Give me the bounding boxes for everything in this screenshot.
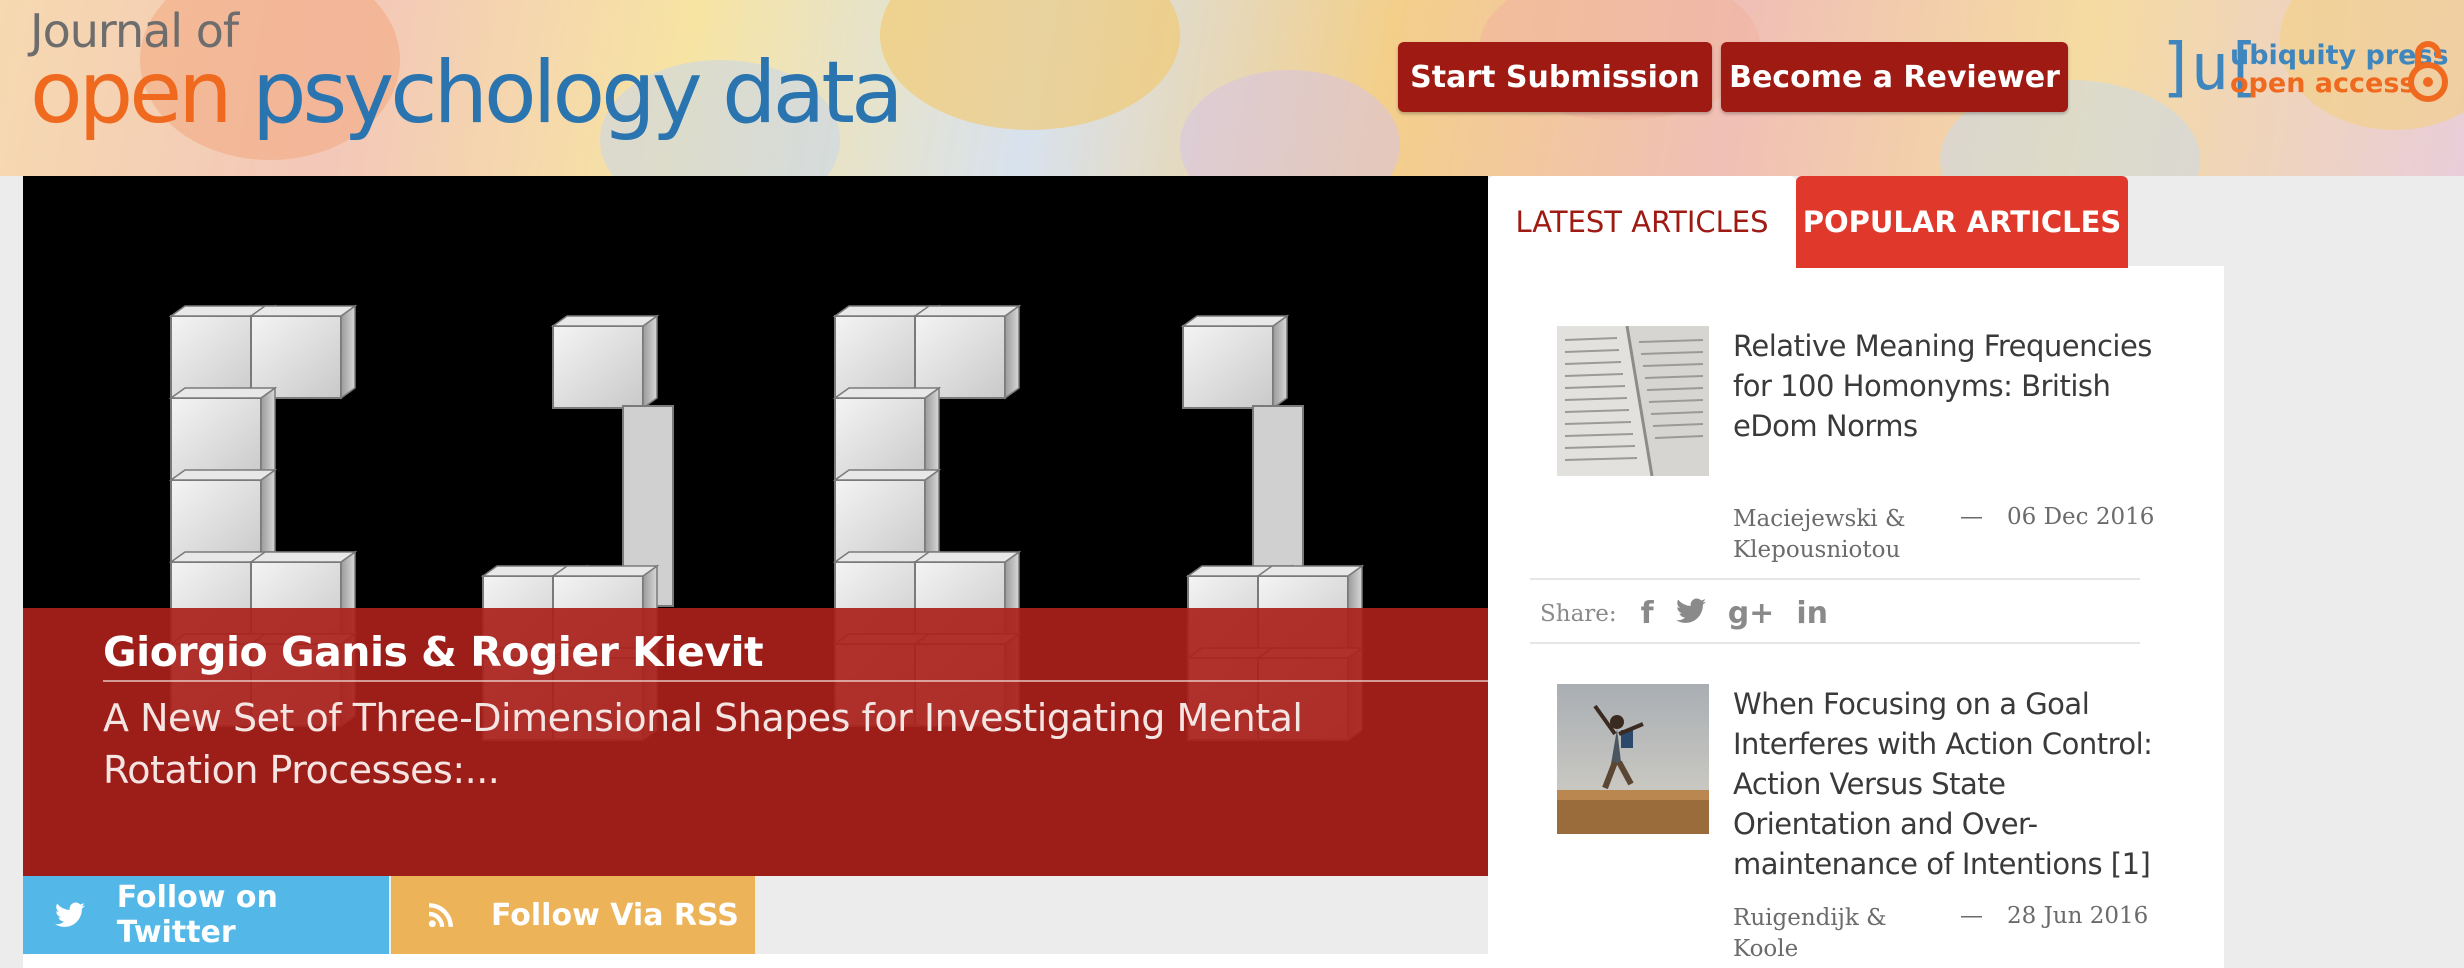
- divider: [1530, 578, 2140, 580]
- follow-twitter-button[interactable]: Follow on Twitter: [23, 876, 389, 954]
- rss-icon: [391, 902, 491, 928]
- featured-article-hero[interactable]: Giorgio Ganis & Rogier Kievit A New Set …: [23, 176, 1488, 876]
- article-separator: —: [1960, 504, 1983, 530]
- article-thumbnail[interactable]: [1557, 326, 1709, 476]
- article-separator: —: [1960, 903, 1983, 929]
- publisher-open-access: open access: [2230, 68, 2416, 99]
- twitter-icon[interactable]: [1675, 598, 1706, 630]
- article-title[interactable]: Relative Meaning Frequencies for 100 Hom…: [1733, 326, 2153, 446]
- share-label: Share:: [1540, 601, 1617, 627]
- article-title[interactable]: When Focusing on a Goal Interferes with …: [1733, 684, 2153, 884]
- hero-caption: Giorgio Ganis & Rogier Kievit A New Set …: [23, 608, 1488, 876]
- ubiquity-press-logo[interactable]: ]u[ ubiquity press open access: [2158, 36, 2454, 108]
- start-submission-button[interactable]: Start Submission: [1398, 42, 1712, 112]
- hero-authors-link[interactable]: Giorgio Ganis & Rogier Kievit: [103, 628, 1488, 682]
- content-area-strip: [23, 954, 1488, 968]
- facebook-icon[interactable]: f: [1641, 599, 1654, 629]
- dictionary-page-image: [1557, 326, 1709, 476]
- article-authors: Ruigendijk & Koole: [1733, 905, 1887, 962]
- journal-logo[interactable]: Journal of open psychology data: [30, 8, 904, 136]
- header-pattern: [880, 0, 1180, 130]
- follow-rss-button[interactable]: Follow Via RSS: [391, 876, 755, 954]
- site-header: Journal of open psychology data Start Su…: [0, 0, 2464, 176]
- logo-word-rest: psychology data: [251, 43, 904, 143]
- tab-popular-articles[interactable]: POPULAR ARTICLES: [1796, 176, 2128, 268]
- follow-rss-label: Follow Via RSS: [491, 897, 739, 933]
- article-date: 06 Dec 2016: [2007, 504, 2155, 530]
- divider: [1530, 642, 2140, 644]
- article-date: 28 Jun 2016: [2007, 903, 2149, 929]
- follow-twitter-label: Follow on Twitter: [116, 880, 278, 950]
- open-access-lock-icon: [2408, 41, 2448, 102]
- twitter-icon: [23, 902, 117, 928]
- google-plus-icon[interactable]: g+: [1728, 599, 1775, 629]
- share-bar: Share: f g+ in: [1540, 594, 1828, 634]
- become-reviewer-button[interactable]: Become a Reviewer: [1721, 42, 2068, 112]
- linkedin-icon[interactable]: in: [1796, 599, 1828, 629]
- tab-latest-articles[interactable]: LATEST ARTICLES: [1488, 176, 1796, 268]
- logo-word-open: open: [30, 43, 233, 143]
- header-pattern: [1180, 70, 1400, 176]
- article-thumbnail[interactable]: [1557, 684, 1709, 834]
- logo-line2: open psychology data: [30, 50, 904, 136]
- article-authors: Maciejewski & Klepousniotou: [1733, 506, 1906, 563]
- jumping-person-image: [1557, 684, 1709, 834]
- hero-article-title[interactable]: A New Set of Three-Dimensional Shapes fo…: [103, 692, 1403, 796]
